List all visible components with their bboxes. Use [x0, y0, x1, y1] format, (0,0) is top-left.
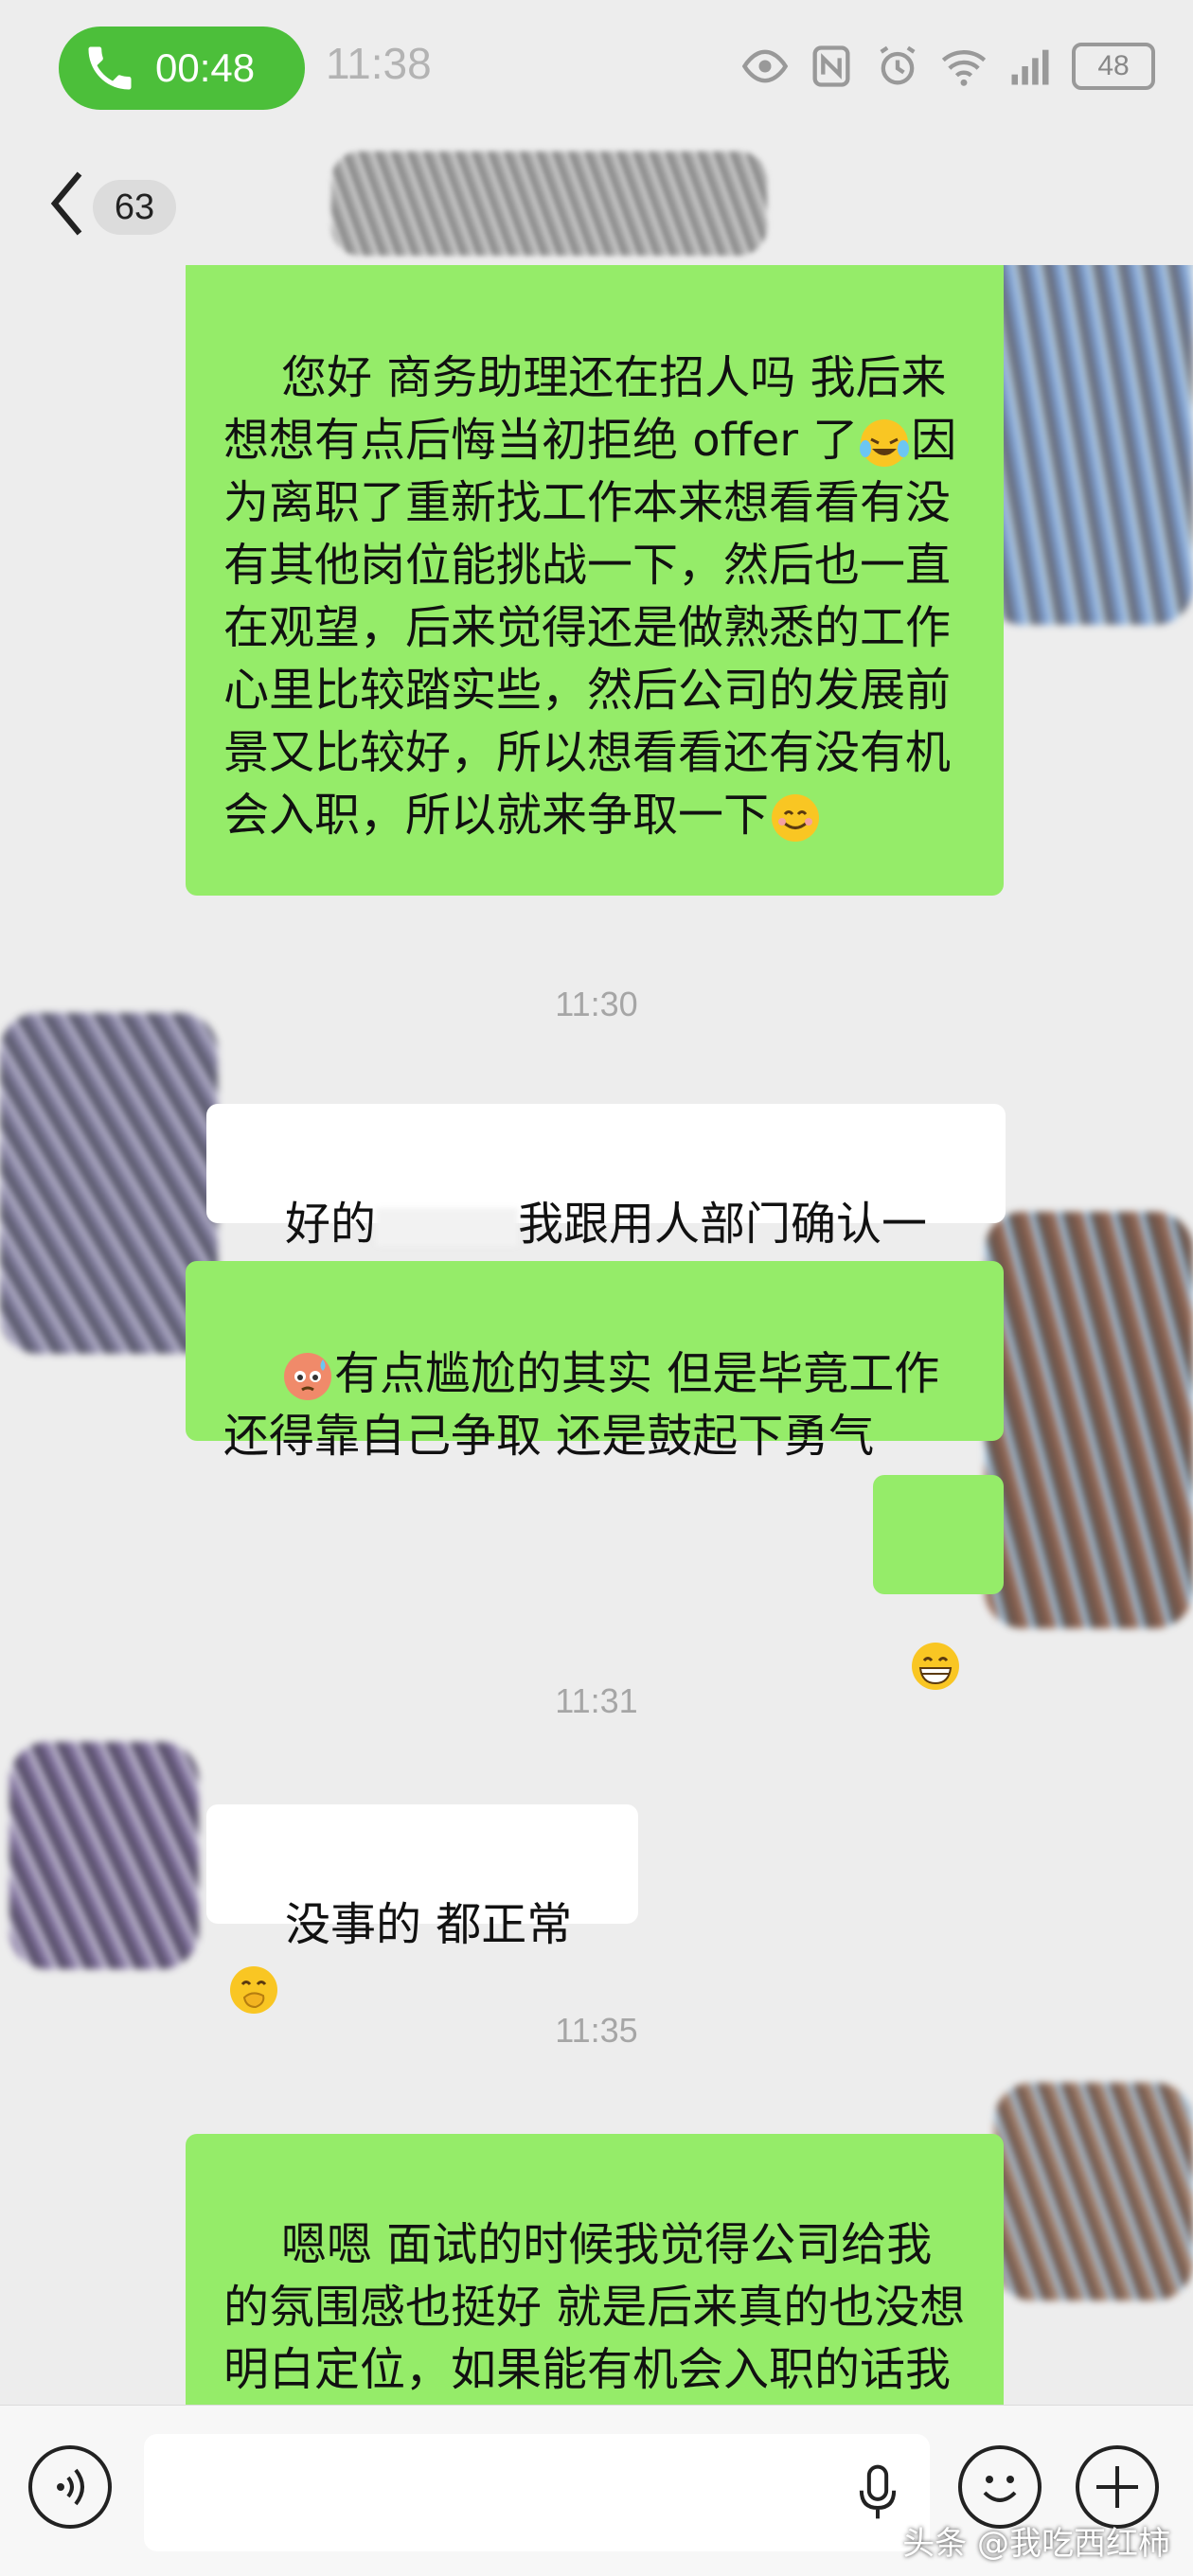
wifi-icon [941, 50, 987, 86]
call-duration: 00:48 [155, 45, 256, 90]
more-options-button[interactable] [1076, 2445, 1159, 2529]
unread-count-badge[interactable]: 63 [93, 180, 176, 235]
alarm-icon [880, 45, 916, 85]
message-list[interactable]: 您好 商务助理还在招人吗 我后来想想有点后悔当初拒绝 offer 了因为离职了重… [0, 265, 1193, 2405]
message-text: 好的 [285, 1198, 377, 1251]
microphone-icon[interactable] [854, 2462, 901, 2523]
timestamp: 11:30 [555, 985, 638, 1023]
message-text: 因为离职了重新找工作本来想看看有没有其他岗位能挑战一下，然后也一直在观望，后来觉… [223, 414, 957, 842]
phone-icon [88, 46, 132, 90]
status-clock: 11:38 [326, 39, 432, 88]
message-bubble-sent[interactable] [873, 1475, 1004, 1690]
back-arrow-icon[interactable] [47, 170, 85, 237]
message-text: 嗯嗯 面试的时候我觉得公司给我的氛围感也挺好 就是后来真的也没想明白定位，如果能… [223, 2218, 966, 2396]
system-icons: 48 [740, 42, 1155, 91]
laughing-tears-emoji-icon [860, 419, 910, 467]
redaction-scribble [985, 1212, 1193, 1628]
status-bar: 00:48 11:38 48 [0, 0, 1193, 142]
timestamp: 11:31 [555, 1681, 638, 1720]
message-bubble-received[interactable]: 没事的 都正常 [206, 1804, 638, 2014]
voice-input-button[interactable] [28, 2445, 112, 2529]
signal-icon [1011, 49, 1049, 85]
smile-emoji-icon [772, 794, 820, 842]
timestamp: 11:35 [555, 2011, 638, 2050]
watermark: 头条 @我吃西红柿 [902, 2525, 1170, 2563]
message-text: 您好 商务助理还在招人吗 我后来想想有点后悔当初拒绝 offer 了 [223, 351, 947, 467]
redacted-name [376, 1208, 519, 1246]
emoji-button[interactable] [958, 2445, 1042, 2529]
message-input[interactable] [144, 2434, 930, 2551]
redacted-contact-name [331, 151, 767, 256]
smiley-face-icon [983, 2476, 1017, 2502]
redaction-scribble [985, 265, 1193, 625]
sweat-emoji-icon [284, 1353, 332, 1400]
input-toolbar: 头条 @我吃西红柿 [0, 2405, 1193, 2576]
plus-icon [1096, 2466, 1138, 2508]
message-bubble-sent[interactable]: 有点尴尬的其实 但是毕竟工作还得靠自己争取 还是鼓起下勇气 [186, 1261, 1004, 1463]
nfc-icon [812, 45, 850, 87]
hand-over-mouth-emoji-icon [230, 1966, 277, 2014]
redaction-scribble [994, 2083, 1193, 2301]
eye-icon [741, 49, 789, 83]
message-bubble-received[interactable]: 好的我跟用人部门确认一下 [206, 1104, 1006, 1313]
ongoing-call-pill[interactable]: 00:48 [59, 27, 305, 110]
message-text: 没事的 都正常 [285, 1898, 573, 1951]
battery-indicator: 48 [1072, 43, 1155, 90]
voice-wave-icon [57, 2468, 84, 2506]
chat-header: 63 [0, 142, 1193, 265]
message-bubble-sent[interactable]: 您好 商务助理还在招人吗 我后来想想有点后悔当初拒绝 offer 了因为离职了重… [186, 265, 1004, 896]
redaction-scribble [9, 1742, 199, 1969]
message-bubble-sent[interactable]: 嗯嗯 面试的时候我觉得公司给我的氛围感也挺好 就是后来真的也没想明白定位，如果能… [186, 2134, 1004, 2405]
